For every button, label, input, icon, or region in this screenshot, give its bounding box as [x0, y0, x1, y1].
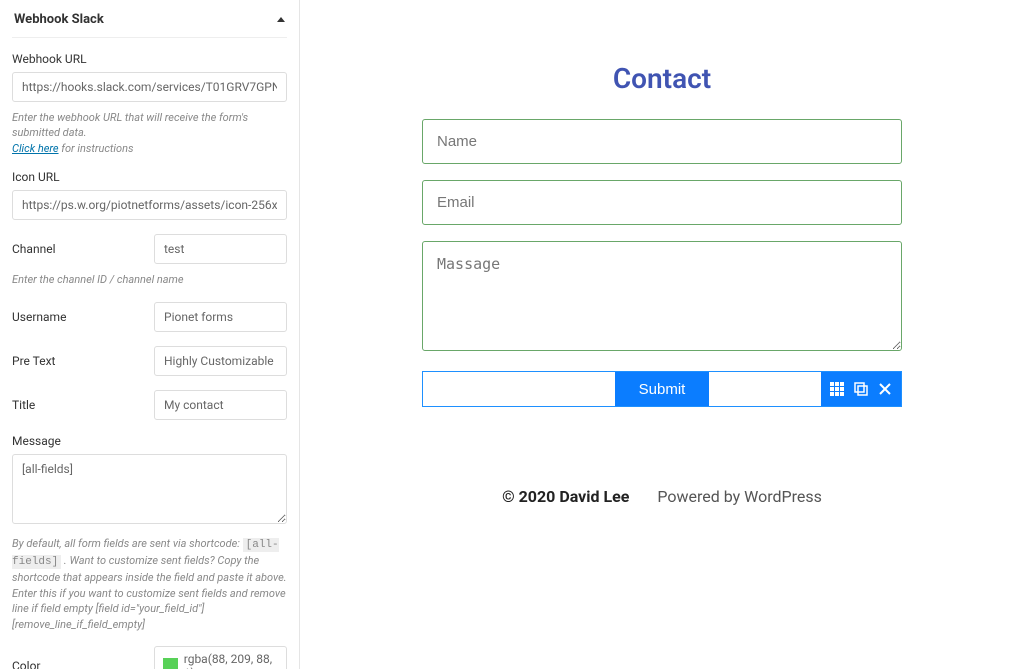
color-value: rgba(88, 209, 88, 1) [184, 652, 278, 669]
email-field[interactable] [422, 180, 902, 225]
webhook-instructions-link[interactable]: Click here [12, 142, 59, 155]
footer-powered: Powered by WordPress [657, 487, 822, 506]
message-textarea[interactable] [12, 454, 287, 524]
panel-header[interactable]: Webhook Slack [12, 6, 287, 38]
webhook-url-label: Webhook URL [12, 52, 287, 66]
submit-row[interactable]: Submit [422, 371, 902, 407]
close-icon[interactable] [877, 381, 893, 397]
color-swatch-icon [163, 658, 178, 669]
pretext-input[interactable] [154, 346, 287, 376]
message-help-pre: By default, all form fields are sent via… [12, 537, 243, 550]
message-label: Message [12, 434, 287, 448]
title-input[interactable] [154, 390, 287, 420]
contact-form: Submit [422, 119, 902, 407]
duplicate-icon[interactable] [853, 381, 869, 397]
grid-icon[interactable] [829, 381, 845, 397]
channel-row: Channel [12, 234, 287, 264]
message-help: By default, all form fields are sent via… [12, 536, 287, 632]
channel-input[interactable] [154, 234, 287, 264]
webhook-url-input[interactable] [12, 72, 287, 102]
panel-title: Webhook Slack [14, 12, 104, 27]
caret-up-icon [277, 17, 285, 22]
title-row: Title [12, 390, 287, 420]
webhook-url-block: Webhook URL Enter the webhook URL that w… [12, 52, 287, 156]
username-label: Username [12, 310, 144, 324]
username-row: Username [12, 302, 287, 332]
webhook-url-help: Enter the webhook URL that will receive … [12, 110, 287, 156]
settings-sidebar: Webhook Slack Webhook URL Enter the webh… [0, 0, 300, 669]
color-input[interactable]: rgba(88, 209, 88, 1) [154, 646, 287, 669]
pretext-row: Pre Text [12, 346, 287, 376]
page-title: Contact [320, 62, 1004, 95]
name-field[interactable] [422, 119, 902, 164]
footer: © 2020 David Lee Powered by WordPress [320, 487, 1004, 506]
preview-area: Contact Submit © 2020 David Lee Powered … [300, 0, 1024, 669]
icon-url-label: Icon URL [12, 170, 287, 184]
webhook-url-help-text: Enter the webhook URL that will receive … [12, 111, 248, 139]
footer-copyright: © 2020 David Lee [502, 487, 629, 506]
color-row: Color rgba(88, 209, 88, 1) [12, 646, 287, 669]
submit-button[interactable]: Submit [615, 372, 710, 406]
color-label: Color [12, 659, 144, 669]
username-input[interactable] [154, 302, 287, 332]
icon-url-block: Icon URL [12, 170, 287, 220]
title-label: Title [12, 398, 144, 412]
message-block: Message By default, all form fields are … [12, 434, 287, 632]
message-field[interactable] [422, 241, 902, 351]
channel-label: Channel [12, 242, 144, 256]
webhook-instructions-tail: for instructions [59, 142, 134, 155]
icon-url-input[interactable] [12, 190, 287, 220]
pretext-label: Pre Text [12, 354, 144, 368]
element-toolbar [821, 372, 901, 406]
channel-help: Enter the channel ID / channel name [12, 272, 287, 287]
